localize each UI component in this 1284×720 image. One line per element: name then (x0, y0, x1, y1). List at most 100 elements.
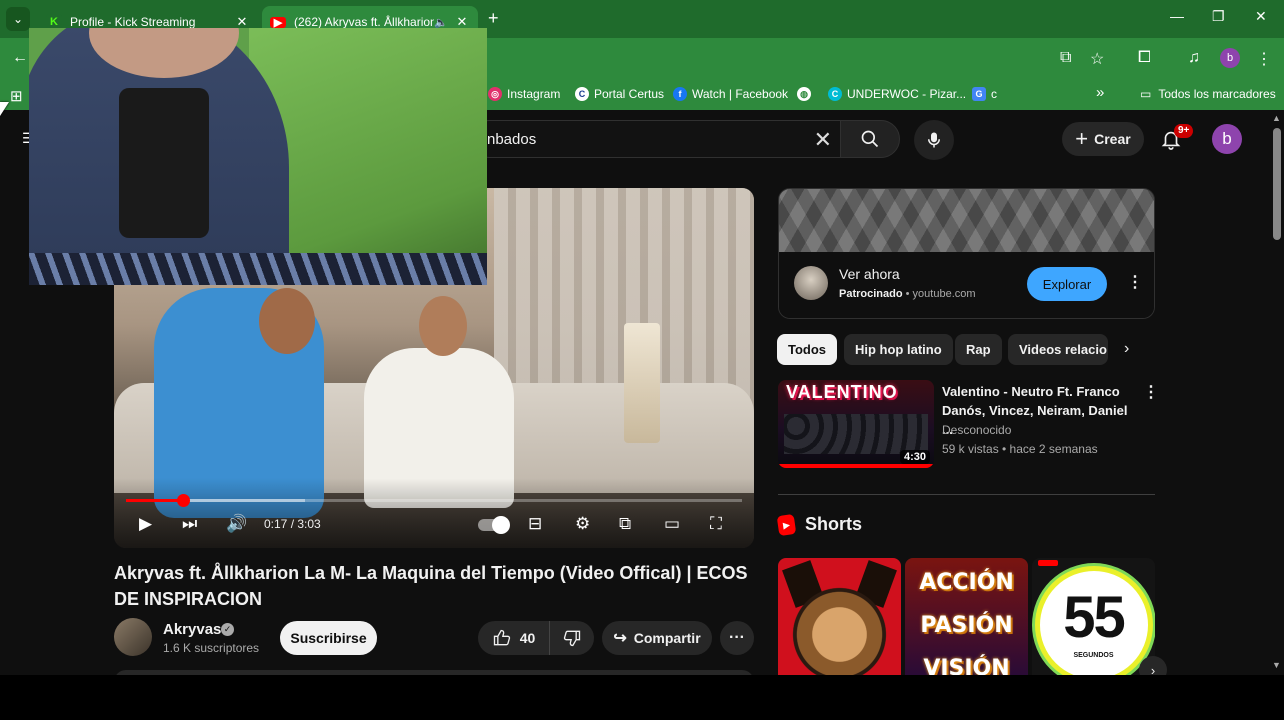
controls-gradient (114, 478, 754, 548)
short-word: ACCIÓN (919, 570, 1014, 595)
star-bookmark-icon[interactable]: ☆ (1090, 49, 1104, 69)
folder-icon: ▭ (1140, 87, 1152, 101)
shorts-title: Shorts (805, 514, 863, 534)
more-vertical-icon[interactable]: ⋮ (1127, 272, 1143, 292)
extensions-icon[interactable]: ⧠ (1138, 49, 1151, 67)
short-thumbnail-1[interactable] (778, 558, 901, 675)
create-button[interactable]: + Crear (1062, 122, 1144, 156)
account-avatar[interactable]: b (1212, 124, 1242, 154)
bookmark-label: Instagram (507, 87, 561, 101)
video-frame-candle (624, 323, 660, 443)
ad-body: Ver ahora Patrocinado • youtube.com Expl… (779, 252, 1154, 318)
chevron-double-right-icon[interactable]: » (1096, 84, 1104, 101)
watched-progress-bar (778, 464, 934, 468)
settings-gear-icon[interactable]: ⚙ (575, 514, 590, 534)
bookmark-translate[interactable]: G c (972, 87, 997, 101)
google-translate-icon: G (972, 87, 986, 101)
all-bookmarks-folder[interactable]: ▭ Todos los marcadores (1140, 87, 1276, 101)
channel-name[interactable]: Akryvas (163, 621, 221, 638)
apps-grid-icon[interactable]: ⊞ (10, 87, 23, 105)
miniplayer-icon[interactable]: ⧉ (619, 514, 631, 534)
autoplay-toggle[interactable] (478, 516, 510, 534)
bookmark-label: Watch | Facebook (692, 87, 789, 101)
new-tab-button[interactable]: + (488, 8, 499, 29)
more-actions-button[interactable]: ··· (720, 621, 754, 655)
bookmark-underwoc[interactable]: C UNDERWOC - Pizar... (828, 87, 966, 101)
channel-avatar[interactable] (114, 618, 152, 656)
progress-bar[interactable] (126, 494, 742, 507)
short-number: 55 (1063, 585, 1126, 650)
bookmark-watch-facebook[interactable]: f Watch | Facebook (673, 87, 788, 101)
search-input[interactable]: nbados ✕ (470, 120, 840, 158)
page-scrollbar[interactable]: ▲ ▼ (1270, 110, 1284, 675)
explore-button[interactable]: Explorar (1027, 267, 1107, 301)
bookmark-label: Portal Certus (594, 87, 665, 101)
tab-title: Profile - Kick Streaming (70, 15, 196, 29)
thumbnail-people (784, 414, 928, 454)
speaker-icon[interactable]: 🔈 (434, 16, 448, 29)
subscribe-button[interactable]: Suscribirse (280, 621, 377, 655)
bookmark-instagram[interactable]: ◎ Instagram (488, 87, 560, 101)
theater-mode-icon[interactable]: ▭ (664, 514, 680, 534)
plus-icon: + (1075, 126, 1089, 151)
bookmark-globe[interactable]: ◍ (797, 87, 816, 101)
related-video-thumbnail[interactable]: VALENTINO 4:30 (778, 380, 934, 468)
ad-title: Ver ahora (839, 266, 900, 282)
youtube-icon: ▶ (270, 16, 286, 29)
short-caption: SEGUNDOS (1073, 652, 1114, 659)
search-icon (861, 130, 879, 148)
verified-icon: ✓ (221, 623, 234, 636)
shorts-logo-icon: ▶ (776, 513, 797, 536)
chip-hip-hop-latino[interactable]: Hip hop latino (844, 334, 953, 365)
video-frame-head-1 (259, 288, 315, 354)
youtube-mini-logo (1038, 560, 1058, 566)
play-icon[interactable]: ▶ (139, 514, 152, 534)
video-title: Akryvas ft. Ållkharion La M- La Maquina … (114, 563, 748, 609)
like-button[interactable]: 40 (478, 621, 550, 655)
more-vertical-icon[interactable]: ⋮ (1256, 49, 1272, 69)
chip-rap[interactable]: Rap (955, 334, 1002, 365)
ad-domain: youtube.com (912, 288, 976, 300)
install-app-icon[interactable]: ⧉ (1060, 49, 1071, 67)
chevron-right-icon[interactable]: › (1124, 340, 1129, 358)
subscriber-count: 1.6 K suscriptores (163, 641, 260, 655)
scrollbar-thumb[interactable] (1273, 128, 1281, 240)
short-thumbnail-3[interactable]: 55 SEGUNDOS (1032, 558, 1155, 675)
subtitles-icon[interactable]: ⊟ (528, 514, 542, 534)
maximize-button[interactable]: ❐ (1212, 8, 1225, 25)
voice-search-button[interactable] (914, 120, 954, 160)
clear-search-icon[interactable]: ✕ (814, 127, 832, 153)
media-control-icon[interactable]: ♫ (1188, 49, 1200, 67)
share-button[interactable]: ↪ Compartir (602, 621, 712, 655)
dislike-button[interactable] (550, 621, 594, 655)
share-arrow-icon: ↪ (613, 630, 627, 647)
minimize-button[interactable]: — (1170, 8, 1184, 24)
sponsored-ad-card[interactable]: Ver ahora Patrocinado • youtube.com Expl… (778, 188, 1155, 319)
bookmark-portal-certus[interactable]: C Portal Certus (575, 87, 664, 101)
scroll-down-arrow-icon[interactable]: ▼ (1272, 660, 1281, 670)
short-word: VISIÓN (923, 656, 1010, 675)
window-close-button[interactable]: ✕ (1255, 8, 1267, 25)
chip-todos[interactable]: Todos (777, 334, 838, 365)
like-count: 40 (519, 630, 536, 646)
ad-advertiser-avatar (794, 266, 828, 300)
fullscreen-icon[interactable]: ⛶ (710, 514, 722, 534)
short-thumbnail-2[interactable]: ACCIÓN PASIÓN VISIÓN (905, 558, 1028, 675)
more-vertical-icon[interactable]: ⋮ (1143, 382, 1159, 402)
volume-icon[interactable]: 🔊 (226, 514, 247, 534)
related-video-channel[interactable]: Desconocido (942, 423, 1011, 437)
thumbs-up-icon (493, 629, 510, 646)
scroll-up-arrow-icon[interactable]: ▲ (1272, 113, 1281, 123)
thumbs-down-icon (563, 630, 581, 647)
facebook-icon: f (673, 87, 687, 101)
browser-profile-avatar[interactable]: b (1220, 48, 1240, 68)
chip-videos-relacionados[interactable]: Videos relacio (1008, 334, 1108, 365)
microphone-icon (928, 132, 940, 148)
webcam-blanket (29, 253, 487, 285)
tab-search-button[interactable]: ⌄ (6, 7, 30, 31)
next-icon[interactable]: ⏭ (182, 514, 197, 534)
back-arrow-icon[interactable]: ← (12, 49, 28, 67)
search-button[interactable] (840, 120, 900, 158)
shorts-heading: ▶ Shorts (776, 513, 863, 536)
webcam-shirt (119, 88, 209, 238)
